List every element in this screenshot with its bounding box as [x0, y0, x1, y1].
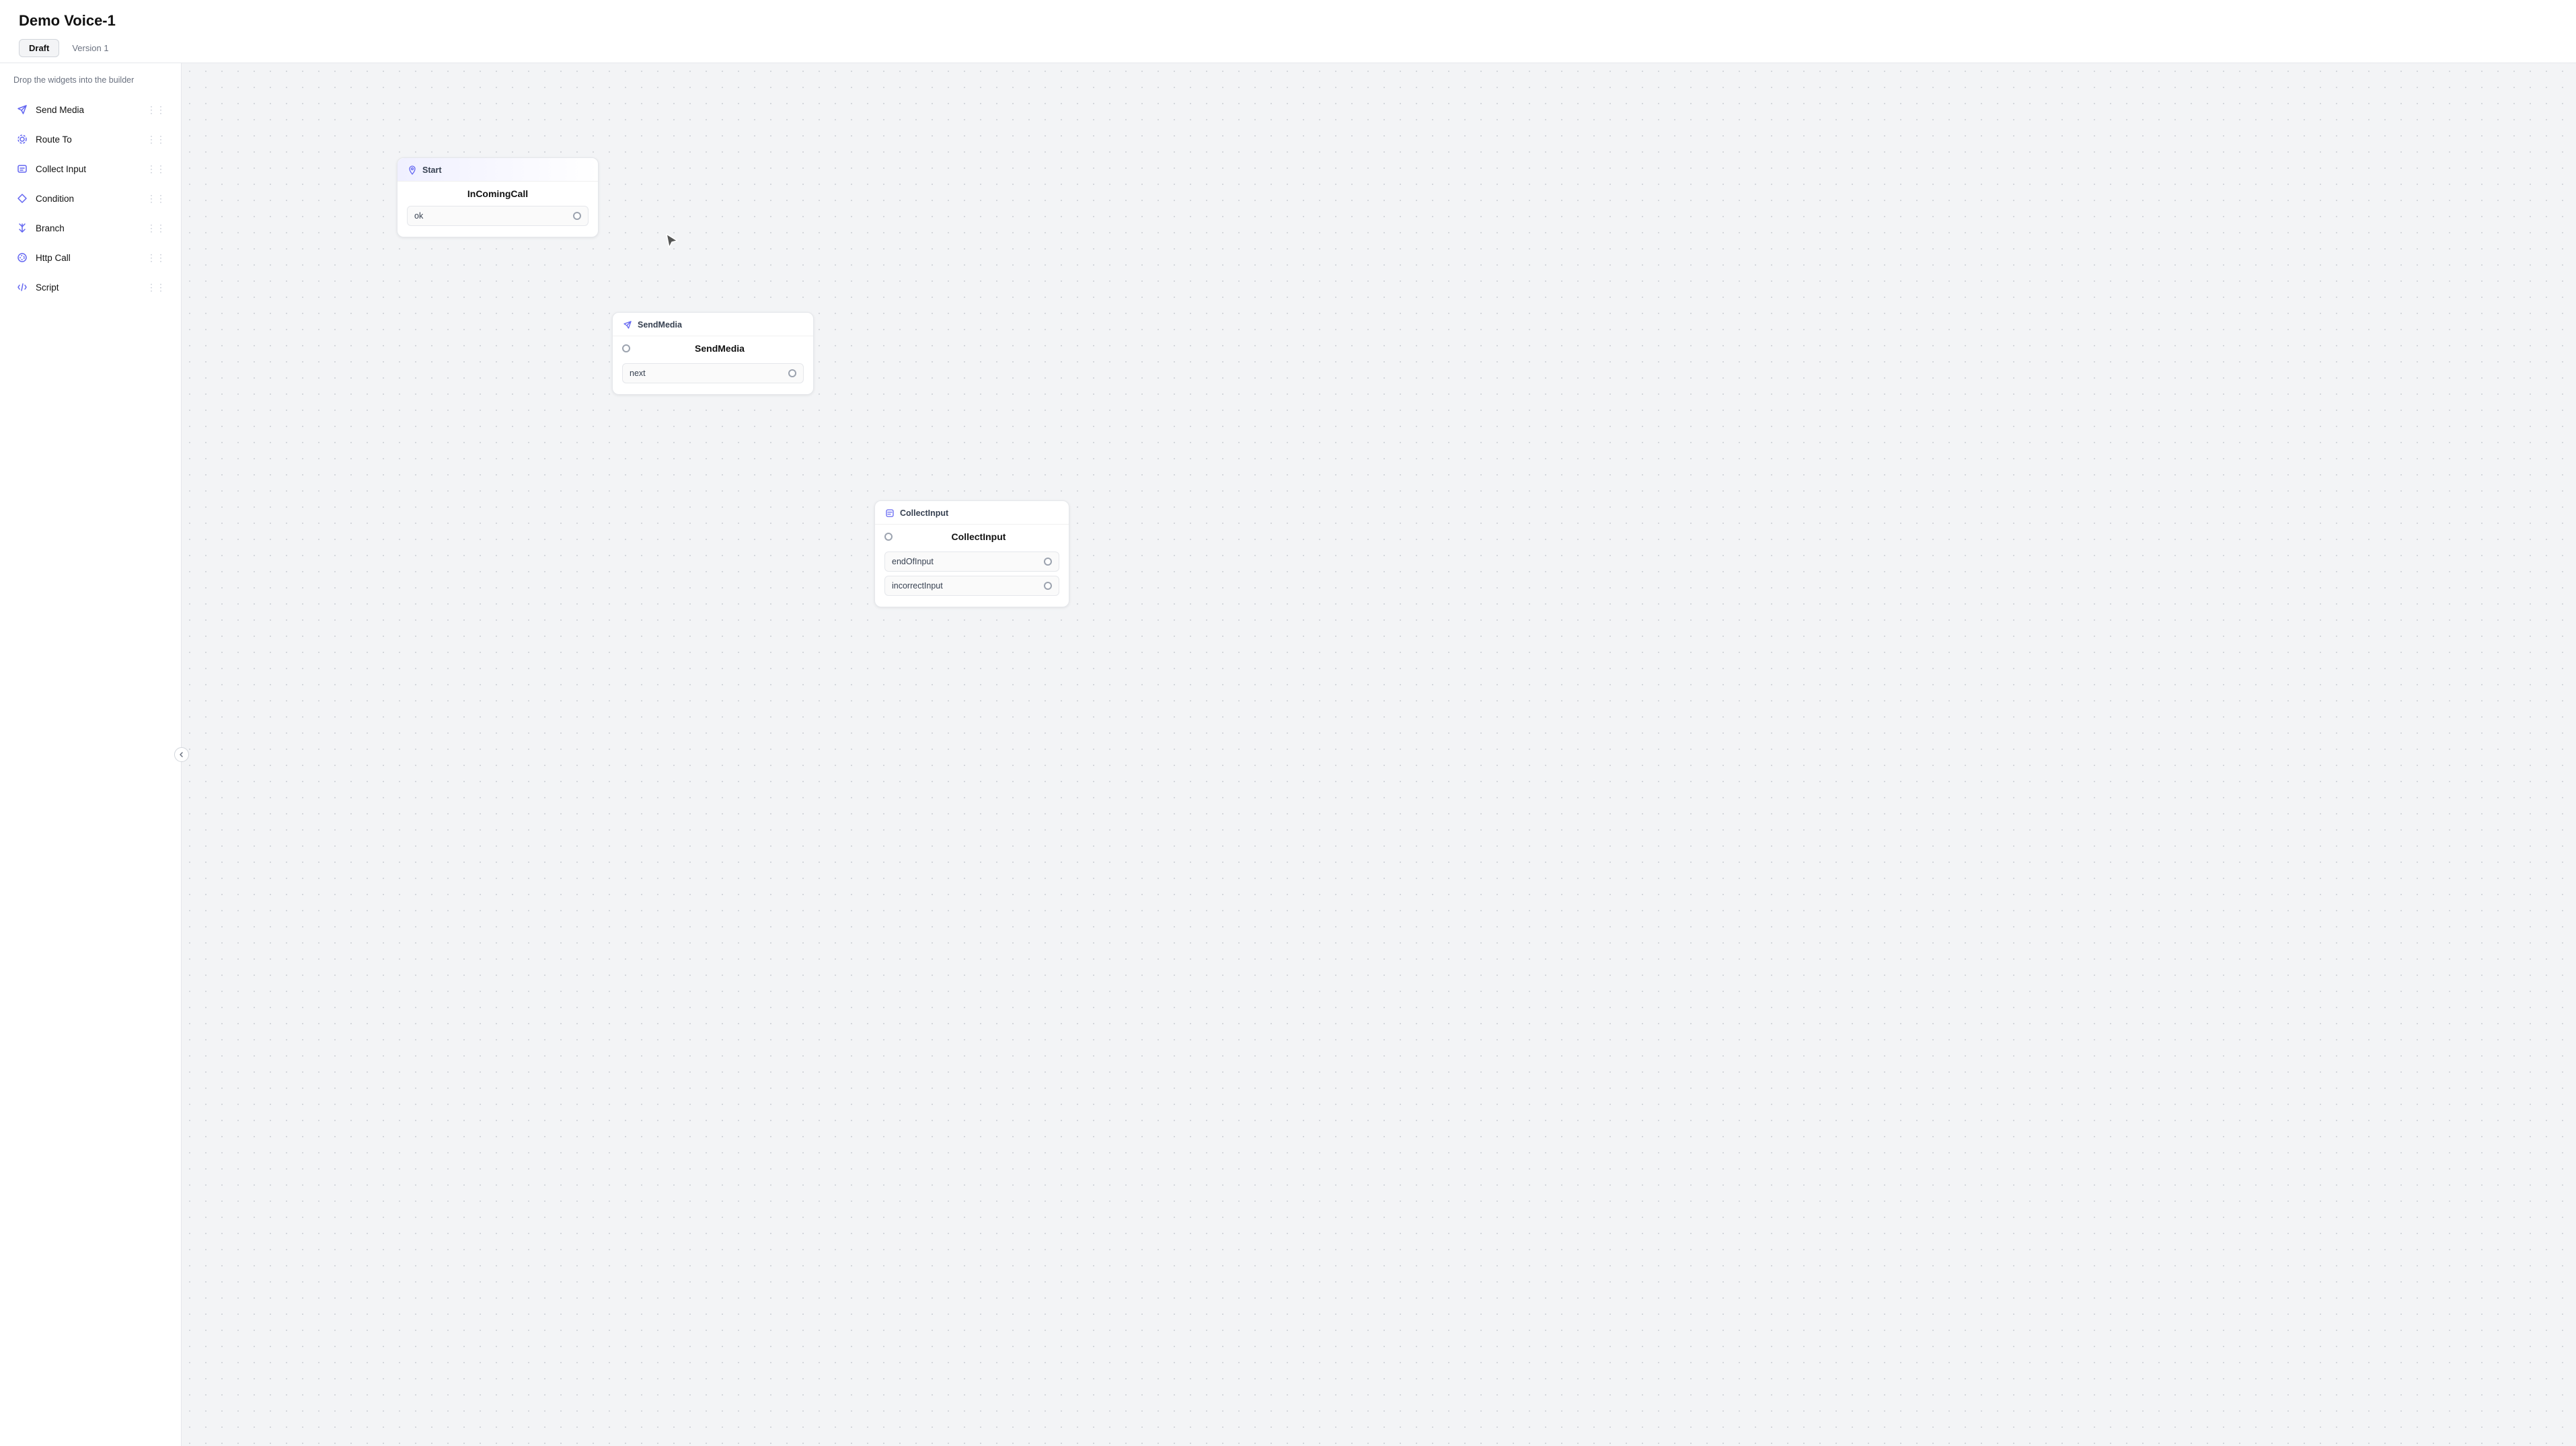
- condition-icon: [15, 192, 29, 205]
- top-bar: Demo Voice-1 Draft Version 1: [0, 0, 2576, 63]
- sidebar-hint: Drop the widgets into the builder: [0, 75, 181, 96]
- collect-input-header-icon: [884, 508, 895, 519]
- tab-version1[interactable]: Version 1: [62, 39, 118, 57]
- collect-input-port-end-dot[interactable]: [1044, 558, 1052, 566]
- start-port-ok: ok: [407, 206, 589, 226]
- tab-draft[interactable]: Draft: [19, 39, 59, 57]
- widget-route-to-label: Route To: [36, 135, 72, 145]
- collect-input-port-incorrect: incorrectInput: [884, 576, 1059, 596]
- collect-input-node: CollectInput CollectInput endOfInput inc…: [874, 500, 1069, 607]
- sidebar-collapse-button[interactable]: [174, 747, 189, 762]
- collect-input-port-end-label: endOfInput: [892, 557, 934, 566]
- start-node-title: Start: [422, 165, 441, 175]
- app-container: Demo Voice-1 Draft Version 1 Drop the wi…: [0, 0, 2576, 1446]
- widget-script-label: Script: [36, 282, 59, 293]
- widget-branch-label: Branch: [36, 223, 65, 233]
- widget-http-call-label: Http Call: [36, 253, 71, 263]
- script-icon: [15, 280, 29, 294]
- send-media-port-next: next: [622, 363, 804, 383]
- widget-collect-input[interactable]: Collect Input ⋮⋮: [7, 155, 174, 183]
- collect-input-port-incorrect-dot[interactable]: [1044, 582, 1052, 590]
- collect-input-node-header: CollectInput: [875, 501, 1069, 525]
- drag-handle-branch: ⋮⋮: [147, 223, 165, 234]
- collect-input-node-title: CollectInput: [900, 508, 948, 518]
- start-port-ok-dot[interactable]: [573, 212, 581, 220]
- collect-input-node-body: CollectInput endOfInput incorrectInput: [875, 525, 1069, 607]
- page-title: Demo Voice-1: [19, 12, 2557, 30]
- send-media-input-dot[interactable]: [622, 344, 630, 352]
- send-media-port-next-label: next: [630, 369, 646, 378]
- main-area: Drop the widgets into the builder Send M…: [0, 63, 2576, 1446]
- start-node: Start InComingCall ok: [397, 157, 599, 237]
- widget-send-media[interactable]: Send Media ⋮⋮: [7, 96, 174, 124]
- location-icon: [407, 165, 418, 176]
- collect-icon: [15, 162, 29, 176]
- start-node-header: Start: [397, 158, 598, 182]
- canvas[interactable]: Start InComingCall ok: [182, 63, 2576, 1446]
- send-media-node-header: SendMedia: [613, 313, 813, 336]
- widget-collect-input-label: Collect Input: [36, 164, 86, 174]
- widget-route-to[interactable]: Route To ⋮⋮: [7, 125, 174, 153]
- send-media-node-title: SendMedia: [638, 320, 682, 330]
- widget-http-call[interactable]: Http Call ⋮⋮: [7, 243, 174, 272]
- send-media-node: SendMedia SendMedia next: [612, 312, 814, 395]
- cursor-indicator: [662, 231, 681, 254]
- drag-handle-script: ⋮⋮: [147, 282, 165, 293]
- send-media-node-name: SendMedia: [636, 343, 804, 354]
- drag-handle-route-to: ⋮⋮: [147, 134, 165, 145]
- send-icon: [15, 103, 29, 116]
- widget-script[interactable]: Script ⋮⋮: [7, 273, 174, 301]
- start-node-body: InComingCall ok: [397, 182, 598, 237]
- collect-input-input-dot[interactable]: [884, 533, 893, 541]
- drag-handle-http-call: ⋮⋮: [147, 252, 165, 264]
- drag-handle-collect-input: ⋮⋮: [147, 163, 165, 175]
- start-port-ok-label: ok: [414, 211, 423, 221]
- branch-icon: [15, 221, 29, 235]
- route-icon: [15, 132, 29, 146]
- start-node-name: InComingCall: [407, 188, 589, 199]
- widget-branch[interactable]: Branch ⋮⋮: [7, 214, 174, 242]
- drag-handle-condition: ⋮⋮: [147, 193, 165, 204]
- version-tabs: Draft Version 1: [19, 39, 2557, 57]
- collect-input-node-name: CollectInput: [898, 531, 1059, 542]
- collect-input-port-incorrect-label: incorrectInput: [892, 581, 943, 591]
- http-icon: [15, 251, 29, 264]
- send-media-header-icon: [622, 319, 633, 330]
- send-media-node-body: SendMedia next: [613, 336, 813, 394]
- collect-input-port-end: endOfInput: [884, 551, 1059, 572]
- widget-list: Send Media ⋮⋮ Route To: [0, 96, 181, 301]
- send-media-input-row: SendMedia: [622, 343, 804, 354]
- collect-input-input-row: CollectInput: [884, 531, 1059, 542]
- sidebar: Drop the widgets into the builder Send M…: [0, 63, 182, 1446]
- send-media-port-next-dot[interactable]: [788, 369, 796, 377]
- widget-condition[interactable]: Condition ⋮⋮: [7, 184, 174, 213]
- widget-condition-label: Condition: [36, 194, 74, 204]
- drag-handle-send-media: ⋮⋮: [147, 104, 165, 116]
- widget-send-media-label: Send Media: [36, 105, 84, 115]
